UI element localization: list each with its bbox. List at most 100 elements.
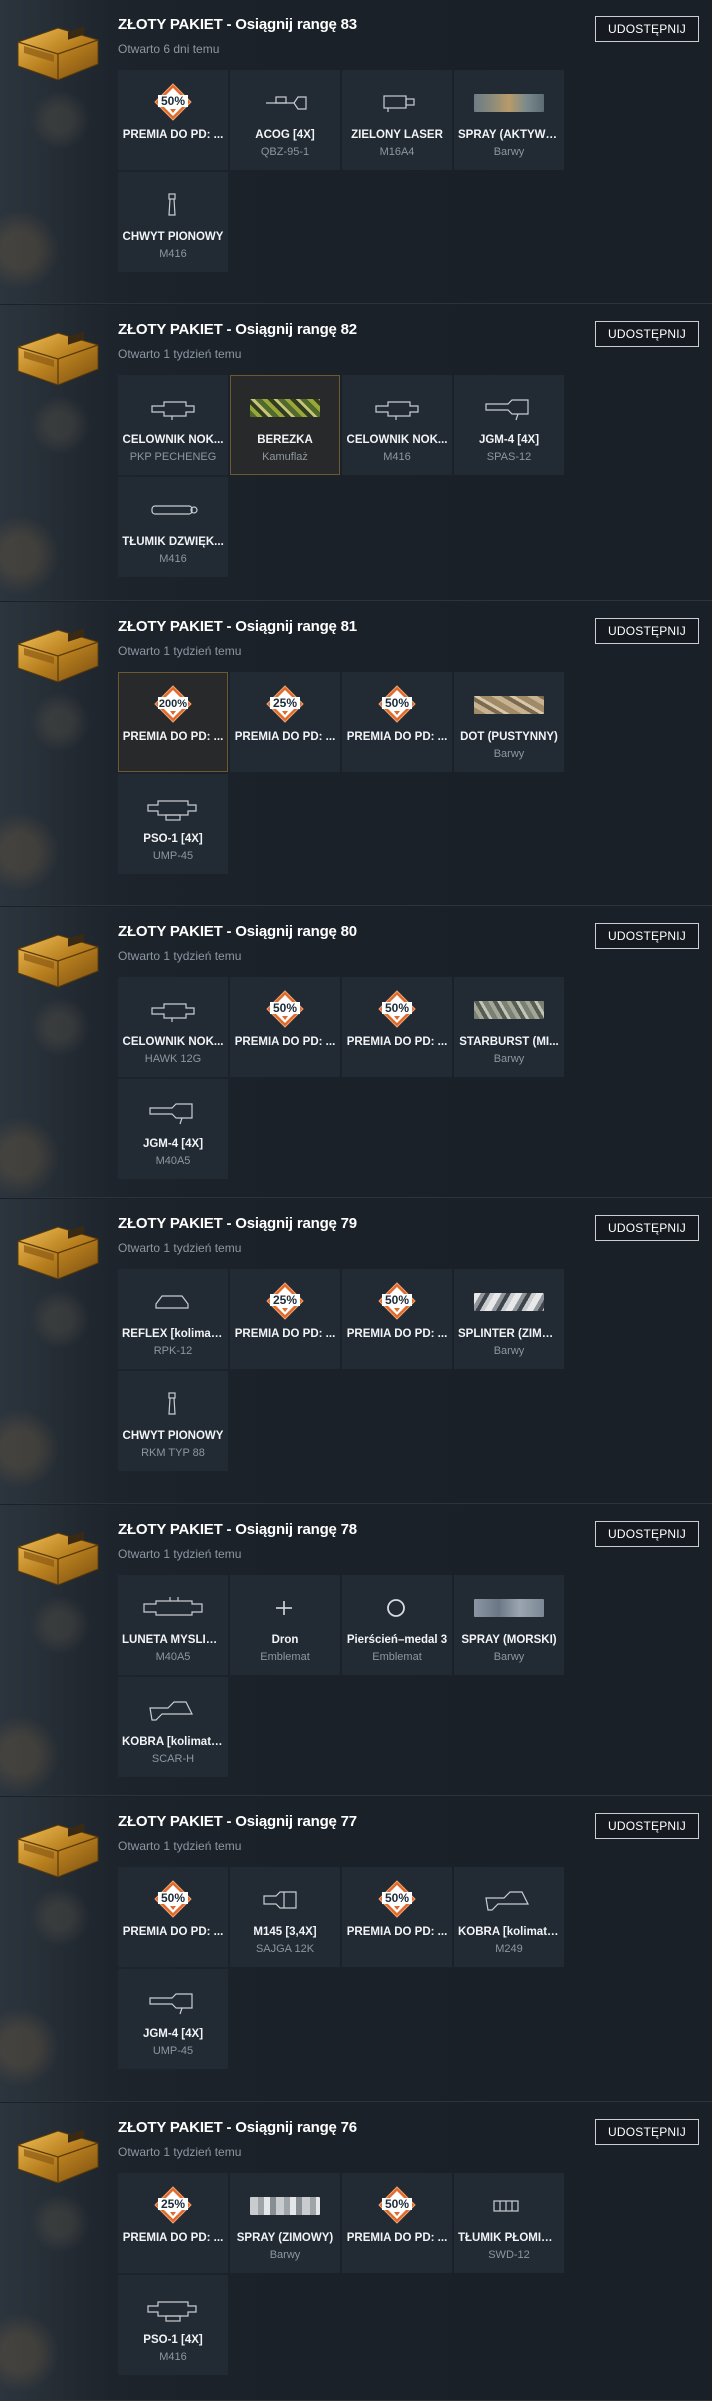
reward-item-name: PREMIA DO PD: ... — [234, 731, 336, 743]
battlepack-entry: ZŁOTY PAKIET - Osiągnij rangę 80 Otwarto … — [0, 907, 712, 1198]
reward-item-tile[interactable]: 50% PREMIA DO PD: ... — [230, 977, 340, 1077]
xp-boost-badge-icon: 25% — [119, 2184, 227, 2228]
reward-item-tile[interactable]: JGM-4 [4X] SPAS-12 — [454, 375, 564, 475]
reward-item-name: M145 [3,4X] — [253, 1926, 317, 1938]
reward-item-tile[interactable]: CELOWNIK NOK... M416 — [342, 375, 452, 475]
reward-item-tile[interactable]: JGM-4 [4X] M40A5 — [118, 1079, 228, 1179]
reward-item-tile[interactable]: SPRAY (MORSKI) Barwy — [454, 1575, 564, 1675]
reward-item-tile[interactable]: LUNETA MYŚLIW... M40A5 — [118, 1575, 228, 1675]
reward-item-name: DOT (PUSTYNNY) — [460, 731, 558, 743]
reward-item-category: M40A5 — [155, 1651, 191, 1663]
reward-item-name: Pierścień–medal 3 — [346, 1634, 448, 1646]
share-button[interactable]: UDOSTĘPNIJ — [595, 1813, 699, 1839]
reward-item-tile[interactable]: 50% PREMIA DO PD: ... — [342, 672, 452, 772]
gold-battlepack-icon — [12, 929, 102, 991]
reward-item-tile[interactable]: SPLINTER (ZIMO... Barwy — [454, 1269, 564, 1369]
reward-item-name: KOBRA [kolimator] — [122, 1736, 224, 1748]
reward-item-tile[interactable]: SPRAY (ZIMOWY) Barwy — [230, 2173, 340, 2273]
share-button[interactable]: UDOSTĘPNIJ — [595, 1521, 699, 1547]
reward-item-tile[interactable]: 50% PREMIA DO PD: ... — [118, 70, 228, 170]
svg-text:25%: 25% — [273, 1293, 297, 1307]
ring-emblem-icon — [343, 1586, 451, 1630]
reward-item-tile[interactable]: CELOWNIK NOK... HAWK 12G — [118, 977, 228, 1077]
reward-item-tile[interactable]: CHWYT PIONOWY RKM TYP 88 — [118, 1371, 228, 1471]
gold-battlepack-icon — [12, 1221, 102, 1283]
xp-boost-badge-icon: 50% — [119, 81, 227, 125]
share-button[interactable]: UDOSTĘPNIJ — [595, 1215, 699, 1241]
reward-item-category: PKP PECHENEG — [129, 451, 217, 463]
share-button[interactable]: UDOSTĘPNIJ — [595, 16, 699, 42]
pack-title: ZŁOTY PAKIET - Osiągnij rangę 81 — [118, 618, 357, 635]
reward-item-tile[interactable]: ZIELONY LASER M16A4 — [342, 70, 452, 170]
reward-item-name: TŁUMIK PŁOMIENIA — [458, 2232, 560, 2244]
reflex-sight-icon — [119, 1280, 227, 1324]
battlepack-entry: ZŁOTY PAKIET - Osiągnij rangę 78 Otwarto … — [0, 1505, 712, 1796]
svg-text:25%: 25% — [161, 2197, 185, 2211]
reward-item-name: REFLEX [kolimator] — [122, 1328, 224, 1340]
battlepack-entry: ZŁOTY PAKIET - Osiągnij rangę 83 Otwarto … — [0, 0, 712, 304]
reward-item-tile[interactable]: SPRAY (AKTYWNY) Barwy — [454, 70, 564, 170]
reward-item-tile[interactable]: Dron Emblemat — [230, 1575, 340, 1675]
battlepack-entry: ZŁOTY PAKIET - Osiągnij rangę 76 Otwarto … — [0, 2103, 712, 2401]
reward-item-category: SAJGA 12K — [255, 1943, 315, 1955]
reward-item-name: JGM-4 [4X] — [478, 434, 540, 446]
reward-item-tile[interactable]: 50% PREMIA DO PD: ... — [342, 1867, 452, 1967]
reward-item-category: Barwy — [493, 1053, 525, 1065]
reward-item-tile[interactable]: PSO-1 [4X] UMP-45 — [118, 774, 228, 874]
svg-text:50%: 50% — [385, 2197, 409, 2211]
m145-scope-icon — [231, 1878, 339, 1922]
reward-item-tile[interactable]: 50% PREMIA DO PD: ... — [118, 1867, 228, 1967]
reward-item-tile[interactable]: TŁUMIK PŁOMIENIA SWD-12 — [454, 2173, 564, 2273]
pack-items-grid: 50% PREMIA DO PD: ... M145 [3,4X] SAJGA 12K… — [118, 1867, 564, 2069]
reward-item-tile[interactable]: KOBRA [kolimator] SCAR-H — [118, 1677, 228, 1777]
reward-item-name: CELOWNIK NOK... — [346, 434, 448, 446]
reward-item-tile[interactable]: 25% PREMIA DO PD: ... — [230, 672, 340, 772]
reward-item-tile[interactable]: KOBRA [kolimator] M249 — [454, 1867, 564, 1967]
reward-item-tile[interactable]: 25% PREMIA DO PD: ... — [230, 1269, 340, 1369]
xp-boost-badge-icon: 25% — [231, 683, 339, 727]
reward-item-tile[interactable]: Pierścień–medal 3 Emblemat — [342, 1575, 452, 1675]
suppressor-icon — [119, 488, 227, 532]
reward-item-tile[interactable]: REFLEX [kolimator] RPK-12 — [118, 1269, 228, 1369]
share-button[interactable]: UDOSTĘPNIJ — [595, 618, 699, 644]
reward-item-tile[interactable]: BEREZKA Kamuflaż — [230, 375, 340, 475]
reward-item-category: QBZ-95-1 — [260, 146, 310, 158]
reward-item-tile[interactable]: TŁUMIK DŹWIĘK... M416 — [118, 477, 228, 577]
reward-item-category: RPK-12 — [153, 1345, 193, 1357]
gold-battlepack-icon — [12, 327, 102, 389]
reward-item-tile[interactable]: CELOWNIK NOK... PKP PECHENEG — [118, 375, 228, 475]
reward-item-name: JGM-4 [4X] — [142, 2028, 204, 2040]
reward-item-category: Barwy — [493, 146, 525, 158]
reward-item-tile[interactable]: PSO-1 [4X] M416 — [118, 2275, 228, 2375]
share-button[interactable]: UDOSTĘPNIJ — [595, 923, 699, 949]
reward-item-category: Barwy — [493, 748, 525, 760]
pack-items-grid: 200% PREMIA DO PD: ... 25% PREMIA DO PD: ..… — [118, 672, 564, 874]
xp-boost-badge-icon: 50% — [119, 1878, 227, 1922]
gold-battlepack-icon — [12, 22, 102, 84]
reward-item-name: Dron — [271, 1634, 299, 1646]
reward-item-name: LUNETA MYŚLIW... — [122, 1634, 224, 1646]
share-button[interactable]: UDOSTĘPNIJ — [595, 2119, 699, 2145]
reward-item-tile[interactable]: ACOG [4X] QBZ-95-1 — [230, 70, 340, 170]
reward-item-tile[interactable]: 50% PREMIA DO PD: ... — [342, 1269, 452, 1369]
share-button[interactable]: UDOSTĘPNIJ — [595, 321, 699, 347]
reward-item-tile[interactable]: 50% PREMIA DO PD: ... — [342, 977, 452, 1077]
reward-item-tile[interactable]: DOT (PUSTYNNY) Barwy — [454, 672, 564, 772]
vertical-grip-icon — [119, 1382, 227, 1426]
reward-item-name: PREMIA DO PD: ... — [346, 731, 448, 743]
reward-item-tile[interactable]: STARBURST (MI... Barwy — [454, 977, 564, 1077]
pack-items-grid: CELOWNIK NOK... HAWK 12G 50% PREMIA DO PD: … — [118, 977, 564, 1179]
reward-item-name: PREMIA DO PD: ... — [122, 129, 224, 141]
pso-scope-icon — [119, 2286, 227, 2330]
reward-item-tile[interactable]: M145 [3,4X] SAJGA 12K — [230, 1867, 340, 1967]
reward-item-tile[interactable]: CHWYT PIONOWY M416 — [118, 172, 228, 272]
pack-items-grid: REFLEX [kolimator] RPK-12 25% PREMIA DO PD:… — [118, 1269, 564, 1471]
reward-item-name: BEREZKA — [257, 434, 313, 446]
reward-item-tile[interactable]: 200% PREMIA DO PD: ... — [118, 672, 228, 772]
svg-text:50%: 50% — [385, 1891, 409, 1905]
reward-item-tile[interactable]: 25% PREMIA DO PD: ... — [118, 2173, 228, 2273]
reward-item-tile[interactable]: 50% PREMIA DO PD: ... — [342, 2173, 452, 2273]
svg-text:50%: 50% — [385, 696, 409, 710]
reward-item-tile[interactable]: JGM-4 [4X] UMP-45 — [118, 1969, 228, 2069]
pack-title: ZŁOTY PAKIET - Osiągnij rangę 82 — [118, 321, 357, 338]
